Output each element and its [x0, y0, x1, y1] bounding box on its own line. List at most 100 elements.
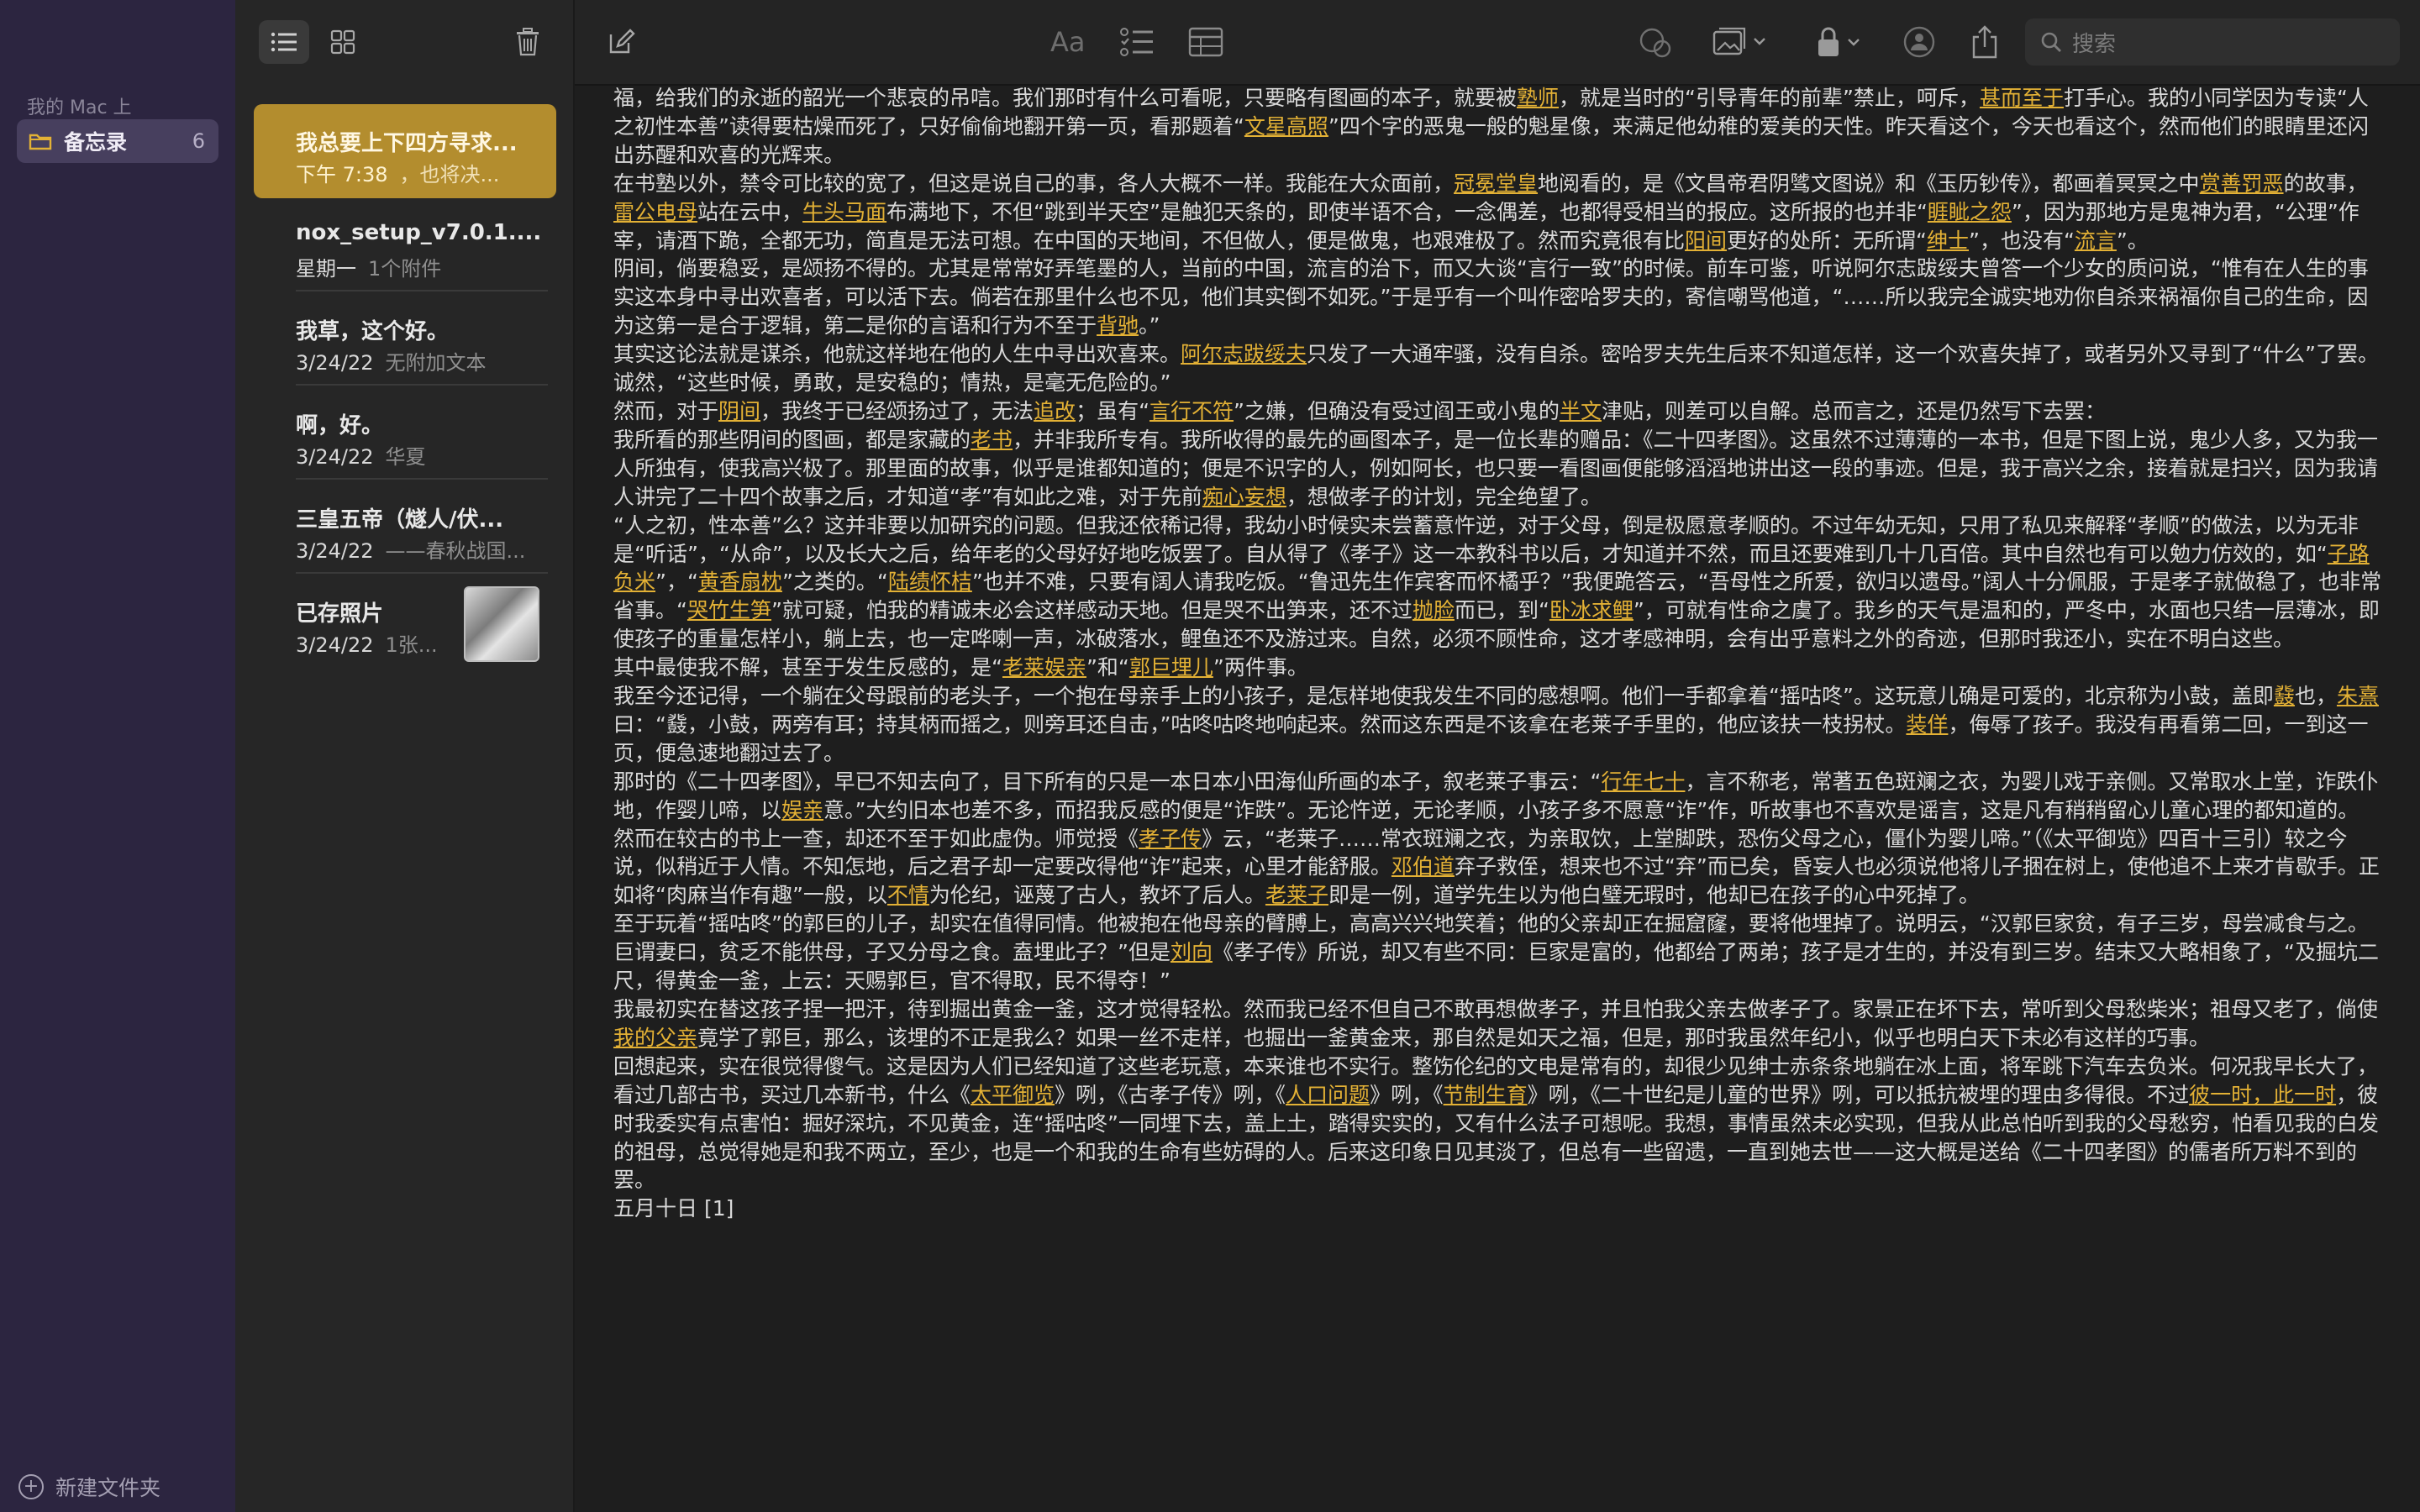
text-link[interactable]: 塾师	[1517, 86, 1559, 110]
text-link[interactable]: 冠冕堂皇	[1454, 171, 1538, 196]
text-link[interactable]: 背驰	[1097, 313, 1139, 338]
note-meta: 3/24/22 华夏	[296, 440, 539, 470]
add-people-icon	[1903, 26, 1935, 58]
text-run: ，我终于已经颂扬过了，无法	[760, 398, 1034, 423]
trash-icon	[517, 28, 539, 56]
table-button[interactable]	[1188, 24, 1223, 60]
text-link[interactable]: 言行不符	[1150, 399, 1234, 423]
text-link[interactable]: 娱亲	[781, 798, 823, 822]
lock-icon	[1818, 27, 1860, 56]
text-link[interactable]: 行年七十	[1601, 769, 1685, 794]
text-run: ”和“	[1086, 655, 1129, 680]
text-link[interactable]: 不情	[887, 883, 929, 907]
media-button[interactable]	[1712, 24, 1768, 60]
note-date: 3/24/22	[296, 539, 374, 563]
text-run: 》咧，《	[1370, 1082, 1444, 1107]
text-link[interactable]: 老书	[971, 428, 1013, 452]
text-link[interactable]: 黄香扇枕	[698, 570, 782, 594]
text-link[interactable]: 刘向	[1171, 940, 1213, 964]
text-link[interactable]: 我的父亲	[613, 1026, 697, 1050]
text-run: 更好的处所：无所谓“	[1727, 228, 1927, 253]
checklist-icon	[1120, 28, 1153, 56]
compose-button[interactable]	[607, 24, 635, 60]
note-meta: 3/24/22 ——春秋战国...	[296, 534, 539, 564]
text-link[interactable]: 痴心妄想	[1202, 485, 1286, 509]
note-list-item[interactable]: 啊，好。 3/24/22 华夏	[254, 386, 556, 480]
text-run: 》咧，《古孝子传》咧，《	[1055, 1082, 1286, 1107]
note-meta: 3/24/22 无附加文本	[296, 346, 539, 375]
share-with-people-button[interactable]	[1902, 24, 1938, 60]
text-link[interactable]: 装佯	[1906, 712, 1948, 737]
note-list-item[interactable]: 我草，这个好。 3/24/22 无附加文本	[254, 292, 556, 386]
text-link[interactable]: 阿尔志跋绥夫	[1181, 342, 1307, 366]
text-link[interactable]: 卧冰求鲤	[1549, 598, 1634, 622]
text-link[interactable]: 雷公电母	[613, 200, 697, 224]
checklist-button[interactable]	[1119, 24, 1155, 60]
note-editor: Aa 搜索 福，给我们的永逝的韶光一个悲哀的吊唁。我们那时有什么可看呢，只要略有…	[575, 0, 2420, 1512]
text-link[interactable]: 抛脸	[1413, 598, 1455, 622]
text-link[interactable]: 彼一时，此一时	[2189, 1083, 2336, 1107]
text-run: 》咧，《二十世纪是儿童的世界》咧，可以抵抗被埋的理由多得很。不过	[1527, 1082, 2190, 1107]
format-button[interactable]: Aa	[1050, 24, 1086, 60]
text-run: 福，给我们的永逝的韶光一个悲哀的吊唁。我们那时有什么可看呢，只要略有图画的本子，…	[613, 86, 1518, 110]
note-body-text[interactable]: 福，给我们的永逝的韶光一个悲哀的吊唁。我们那时有什么可看呢，只要略有图画的本子，…	[613, 84, 2386, 1223]
text-link[interactable]: 老莱子	[1265, 883, 1328, 907]
note-title: nox_setup_v7.0.1....	[296, 220, 539, 245]
note-list-item[interactable]: nox_setup_v7.0.1.... 星期一 1个附件	[254, 198, 556, 292]
lock-button[interactable]	[1815, 24, 1864, 60]
text-link[interactable]: 文星高照	[1244, 114, 1328, 139]
note-date: 3/24/22	[296, 351, 374, 375]
text-run: 也，	[2294, 684, 2337, 709]
text-link[interactable]: 睚眦之怨	[1928, 200, 2012, 224]
note-date: 3/24/22	[296, 445, 374, 469]
note-preview: 无附加文本	[385, 351, 487, 375]
text-link[interactable]: 半文	[1560, 399, 1602, 423]
share-button[interactable]	[1971, 24, 1998, 60]
text-link[interactable]: 陆绩怀桔	[888, 570, 972, 594]
note-preview: 1张...	[385, 633, 438, 657]
grid-view-button[interactable]	[318, 20, 368, 64]
note-list-item[interactable]: 已存照片 3/24/22 1张...	[254, 575, 556, 669]
collaborate-button[interactable]	[1637, 24, 1674, 60]
text-run: 曰：“鼗，小鼓，两旁有耳；持其柄而摇之，则旁耳还自击，”咕咚咕咚地响起来。然而这…	[613, 711, 1907, 737]
text-link[interactable]: 赏善罚恶	[2200, 171, 2284, 196]
table-icon	[1188, 27, 1223, 57]
text-link[interactable]: 太平御览	[971, 1083, 1055, 1107]
delete-button[interactable]	[502, 20, 553, 64]
text-run: ”之嫌，但确没有受过阎王或小鬼的	[1234, 398, 1560, 423]
text-link[interactable]: 鼗	[2274, 684, 2295, 708]
text-link[interactable]: 节制生育	[1444, 1083, 1528, 1107]
text-link[interactable]: 人口问题	[1286, 1083, 1370, 1107]
text-link[interactable]: 老莱娱亲	[1002, 655, 1086, 680]
text-link[interactable]: 追改	[1034, 399, 1076, 423]
text-link[interactable]: 邓伯道	[1392, 854, 1455, 879]
text-run: ”之类的。“	[781, 570, 888, 595]
text-link[interactable]: 哭竹生笋	[687, 598, 771, 622]
search-field[interactable]: 搜索	[2025, 18, 2400, 66]
text-run: 为伦纪，诬蔑了古人，教坏了后人。	[929, 883, 1265, 908]
text-run: 布满地下，不但“跳到半天空”是触犯天条的，即使半语不合，一念偶差，也都得受相当的…	[886, 199, 1928, 224]
note-list-item[interactable]: 我总要上下四方寻求... 下午 7:38 ，也将决...	[254, 104, 556, 198]
text-link[interactable]: 孝子传	[1139, 827, 1202, 851]
text-link[interactable]: 朱熹	[2337, 684, 2379, 708]
note-preview: 1个附件	[368, 257, 442, 281]
sidebar-item-notes-folder[interactable]: 备忘录 6	[17, 119, 218, 163]
text-link[interactable]: 郭巨埋儿	[1129, 655, 1213, 680]
text-run: ”，“	[655, 570, 698, 595]
list-view-button[interactable]	[259, 20, 309, 64]
text-link[interactable]: 阳间	[1685, 228, 1727, 253]
new-folder-button[interactable]: + 新建文件夹	[18, 1472, 160, 1502]
text-link[interactable]: 甚而至于	[1980, 86, 2064, 110]
text-run: 而已，到“	[1454, 598, 1549, 623]
note-list-item[interactable]: 三皇五帝（燧人/伏... 3/24/22 ——春秋战国...	[254, 480, 556, 575]
editor-toolbar: Aa 搜索	[575, 0, 2420, 86]
text-link[interactable]: 流言	[2075, 228, 2117, 253]
search-icon	[2041, 32, 2061, 52]
note-title: 已存照片	[296, 601, 384, 627]
note-title: 啊，好。	[296, 413, 384, 438]
text-link[interactable]: 牛头马面	[802, 200, 886, 224]
compose-icon	[609, 29, 635, 54]
text-link[interactable]: 阴间	[718, 399, 760, 423]
text-link[interactable]: 绅士	[1927, 228, 1969, 253]
folder-icon	[29, 134, 52, 150]
